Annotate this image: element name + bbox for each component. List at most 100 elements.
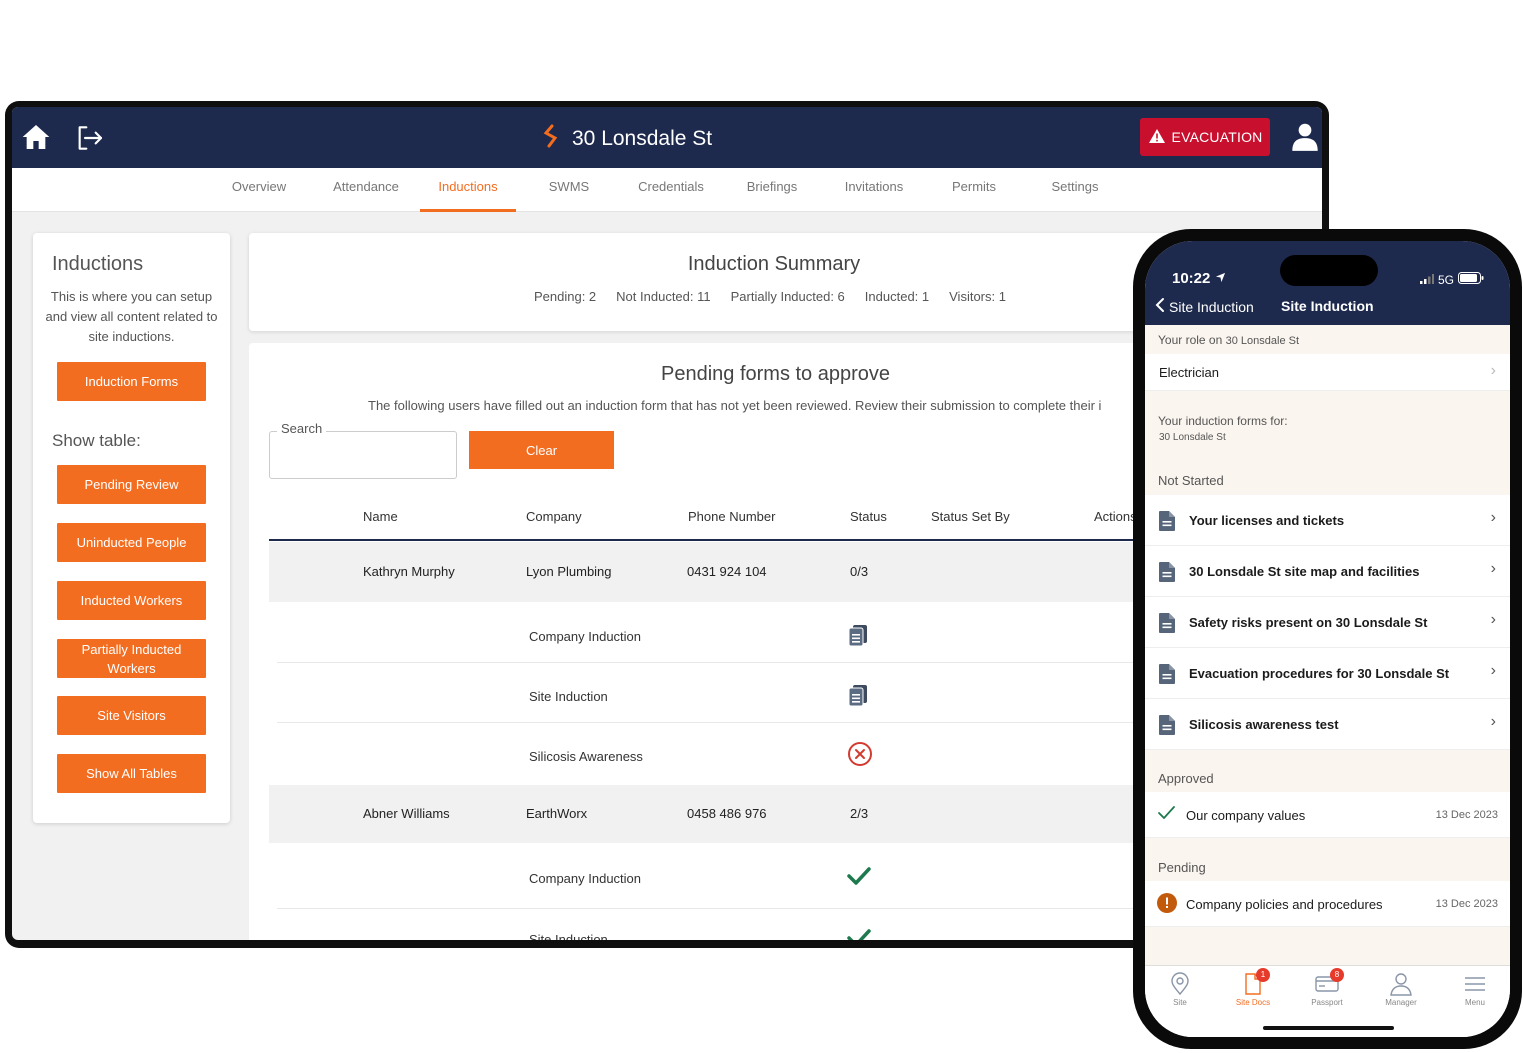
home-icon[interactable] xyxy=(20,121,52,158)
list-item[interactable]: Our company values 13 Dec 2023 xyxy=(1145,792,1510,838)
site-visitors-button[interactable]: Site Visitors xyxy=(57,696,206,735)
stat-inducted: Inducted: 1 xyxy=(864,289,930,304)
document-icon xyxy=(1158,510,1176,537)
checkmark-icon xyxy=(1158,806,1175,824)
status-time: 10:22 xyxy=(1172,270,1226,287)
nav-site[interactable]: Site xyxy=(1150,972,1210,1007)
clipboard-icon[interactable] xyxy=(847,683,869,712)
nav-menu[interactable]: Menu xyxy=(1445,972,1505,1007)
chevron-right-icon: › xyxy=(1490,509,1496,526)
clipboard-icon[interactable] xyxy=(847,623,869,652)
phone-content: Your role on 30 Lonsdale St Electrician … xyxy=(1145,325,1510,965)
tab-bar: Overview Attendance Inductions SWMS Cred… xyxy=(12,168,1322,212)
worker-phone: 0458 486 976 xyxy=(687,806,767,821)
tab-invitations[interactable]: Invitations xyxy=(836,168,912,212)
role-selector[interactable]: Electrician › xyxy=(1145,354,1510,391)
sidebar-description: This is where you can setup and view all… xyxy=(45,289,218,344)
battery-icon xyxy=(1458,272,1484,287)
column-header-company[interactable]: Company xyxy=(526,509,582,524)
phone-screen: 10:22 5G Site Induction Site Induction Y… xyxy=(1145,241,1510,1037)
form-name: Company Induction xyxy=(529,871,642,886)
worker-name: Abner Williams xyxy=(363,806,450,821)
tab-permits[interactable]: Permits xyxy=(942,168,1006,212)
form-name: Silicosis Awareness xyxy=(529,749,643,764)
list-item[interactable]: Your licenses and tickets › xyxy=(1145,495,1510,546)
role-site: 30 Lonsdale St xyxy=(1225,335,1300,347)
nav-label: Passport xyxy=(1311,998,1343,1007)
sidebar-title: Inductions xyxy=(52,253,144,275)
form-name: Site Induction xyxy=(529,689,608,704)
back-button[interactable]: Site Induction xyxy=(1155,297,1254,316)
list-item[interactable]: Safety risks present on 30 Lonsdale St › xyxy=(1145,597,1510,648)
forms-section-title: Your induction forms for: xyxy=(1158,414,1288,428)
list-item[interactable]: Evacuation procedures for 30 Lonsdale St… xyxy=(1145,648,1510,699)
nav-label: Site Docs xyxy=(1235,998,1271,1007)
not-started-label: Not Started xyxy=(1158,473,1224,488)
pending-description: The following users have filled out an i… xyxy=(368,398,1102,413)
tab-briefings[interactable]: Briefings xyxy=(738,168,806,212)
search-input[interactable] xyxy=(269,431,457,479)
tab-swms[interactable]: SWMS xyxy=(536,168,602,212)
pending-review-button[interactable]: Pending Review xyxy=(57,465,206,504)
worker-status: 0/3 xyxy=(850,564,869,579)
worker-company: Lyon Plumbing xyxy=(526,564,612,579)
tab-inductions[interactable]: Inductions xyxy=(420,168,516,212)
chevron-left-icon xyxy=(1155,297,1165,316)
dynamic-island xyxy=(1280,255,1378,286)
nav-manager[interactable]: Manager xyxy=(1371,972,1431,1007)
form-title: Our company values xyxy=(1186,808,1306,823)
document-icon xyxy=(1158,663,1176,690)
list-item[interactable]: Silicosis awareness test › xyxy=(1145,699,1510,750)
nav-site-docs[interactable]: 1 Site Docs xyxy=(1223,968,1283,1007)
role-value: Electrician xyxy=(1159,365,1219,380)
chevron-right-icon: › xyxy=(1490,611,1496,628)
nav-passport[interactable]: 8 Passport xyxy=(1297,968,1357,1007)
evacuation-label: EVACUATION xyxy=(1171,129,1263,145)
list-item[interactable]: Company policies and procedures 13 Dec 2… xyxy=(1145,881,1510,927)
tab-overview[interactable]: Overview xyxy=(225,168,293,212)
notification-badge: 8 xyxy=(1330,968,1344,982)
tab-attendance[interactable]: Attendance xyxy=(324,168,408,212)
column-header-phone[interactable]: Phone Number xyxy=(688,509,775,524)
partially-inducted-workers-button[interactable]: Partially Inducted Workers xyxy=(57,639,206,678)
logout-icon[interactable] xyxy=(73,122,105,159)
column-header-name[interactable]: Name xyxy=(363,509,398,524)
column-header-status-set-by[interactable]: Status Set By xyxy=(931,509,1010,524)
stat-partially-inducted: Partially Inducted: 6 xyxy=(730,289,845,304)
worker-status: 2/3 xyxy=(850,806,869,821)
checkmark-icon[interactable] xyxy=(847,866,871,891)
form-title: Safety risks present on 30 Lonsdale St xyxy=(1189,615,1428,630)
form-title: Company policies and procedures xyxy=(1186,897,1383,912)
column-header-status[interactable]: Status xyxy=(850,509,887,524)
status-indicators: 5G xyxy=(1420,272,1484,287)
column-header-actions: Actions xyxy=(1094,509,1137,524)
role-prefix: Your role on xyxy=(1158,333,1223,347)
nav-label: Site xyxy=(1173,998,1187,1007)
inducted-workers-button[interactable]: Inducted Workers xyxy=(57,581,206,620)
worker-company: EarthWorx xyxy=(526,806,588,821)
show-all-tables-button[interactable]: Show All Tables xyxy=(57,754,206,793)
induction-forms-button[interactable]: Induction Forms xyxy=(57,362,206,401)
user-account-icon[interactable] xyxy=(1291,122,1319,157)
document-icon xyxy=(1158,714,1176,741)
bottom-nav: Site 1 Site Docs 8 Passport Manager Menu xyxy=(1145,965,1510,1037)
alert-icon xyxy=(1157,893,1177,918)
home-indicator xyxy=(1263,1026,1394,1030)
tab-credentials[interactable]: Credentials xyxy=(631,168,711,212)
form-title: Your licenses and tickets xyxy=(1189,513,1345,528)
form-name: Site Induction xyxy=(529,932,608,940)
cross-circle-icon[interactable] xyxy=(847,741,873,772)
summary-stats: Pending: 2 Not Inducted: 11 Partially In… xyxy=(534,289,1006,304)
tab-settings[interactable]: Settings xyxy=(1042,168,1108,212)
site-title: 30 Lonsdale St xyxy=(572,126,713,150)
location-arrow-icon xyxy=(1215,270,1226,287)
chevron-right-icon: › xyxy=(1490,662,1496,679)
stat-visitors: Visitors: 1 xyxy=(949,289,1006,304)
uninducted-people-button[interactable]: Uninducted People xyxy=(57,523,206,562)
tablet-screen: 30 Lonsdale St EVACUATION Overview Atten… xyxy=(12,107,1322,940)
checkmark-icon[interactable] xyxy=(847,928,871,940)
list-item[interactable]: 30 Lonsdale St site map and facilities › xyxy=(1145,546,1510,597)
evacuation-button[interactable]: EVACUATION xyxy=(1140,118,1270,156)
show-table-label: Show table: xyxy=(52,431,141,450)
clear-button[interactable]: Clear xyxy=(469,431,614,469)
